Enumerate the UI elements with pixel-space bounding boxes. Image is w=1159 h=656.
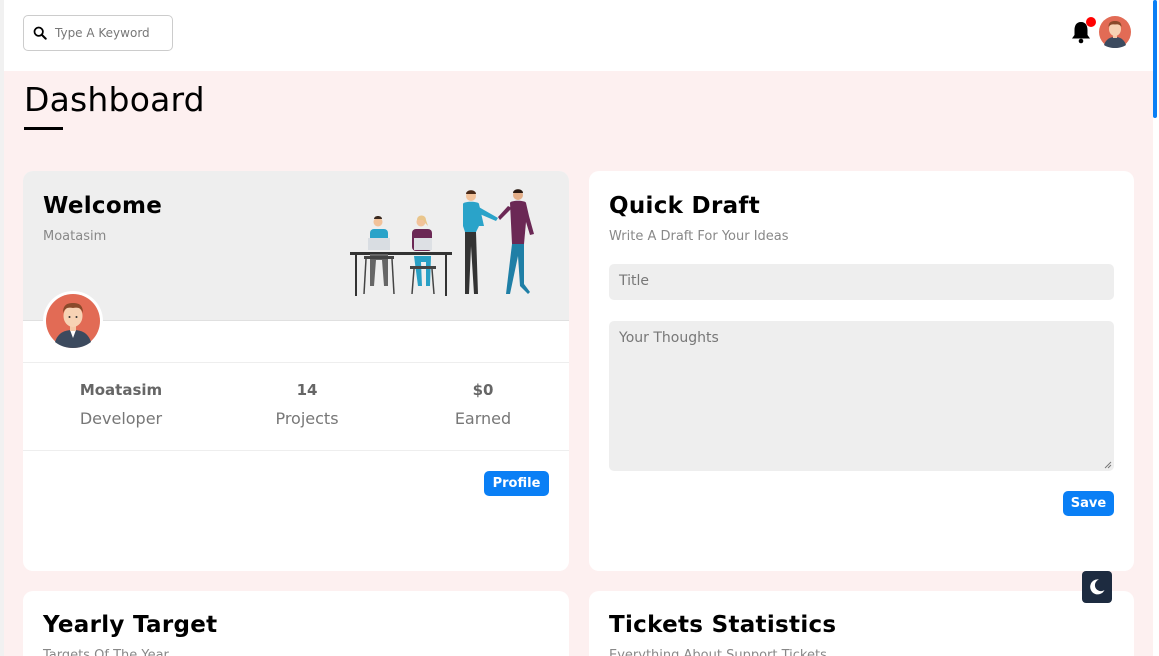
target-subtitle: Targets Of The Year xyxy=(43,648,169,656)
thoughts-textarea[interactable]: Your Thoughts xyxy=(609,321,1114,471)
theme-toggle-button[interactable] xyxy=(1082,571,1112,603)
tickets-subtitle: Everything About Support Tickets xyxy=(609,648,827,656)
resize-handle-icon[interactable] xyxy=(1104,461,1112,469)
quick-draft-card: Quick Draft Write A Draft For Your Ideas… xyxy=(589,171,1134,571)
save-button[interactable]: Save xyxy=(1063,491,1114,516)
draft-subtitle: Write A Draft For Your Ideas xyxy=(609,229,789,244)
stat-label: Developer xyxy=(79,409,163,428)
yearly-target-card: Yearly Target Targets Of The Year xyxy=(23,591,569,656)
welcome-header: Welcome Moatasim xyxy=(23,171,569,321)
stat-name: Moatasim Developer xyxy=(41,381,201,428)
welcome-card: Welcome Moatasim Moatasim Developer 14 P… xyxy=(23,171,569,571)
left-edge xyxy=(0,0,4,656)
stat-value: 14 xyxy=(296,381,318,399)
page-title: Dashboard xyxy=(24,80,205,119)
stat-value: $0 xyxy=(472,381,494,399)
scrollbar-thumb[interactable] xyxy=(1153,0,1157,118)
profile-button[interactable]: Profile xyxy=(484,471,549,496)
notification-dot xyxy=(1086,17,1096,27)
search-icon xyxy=(33,26,47,40)
stat-label: Projects xyxy=(275,409,339,428)
tickets-title: Tickets Statistics xyxy=(609,612,837,638)
team-illustration xyxy=(350,189,534,296)
stat-earned: $0 Earned xyxy=(403,381,563,428)
profile-avatar[interactable] xyxy=(43,291,103,351)
draft-title: Quick Draft xyxy=(609,193,761,219)
avatar[interactable] xyxy=(1099,16,1131,48)
welcome-subtitle: Moatasim xyxy=(43,229,107,244)
title-underline xyxy=(24,127,63,130)
moon-icon xyxy=(1090,579,1105,595)
tickets-statistics-card: Tickets Statistics Everything About Supp… xyxy=(589,591,1134,656)
search-placeholder: Type A Keyword xyxy=(55,26,150,40)
welcome-title: Welcome xyxy=(43,193,163,219)
search-input[interactable]: Type A Keyword xyxy=(23,15,173,51)
stat-projects: 14 Projects xyxy=(227,381,387,428)
stat-value: Moatasim xyxy=(79,381,163,399)
title-input[interactable]: Title xyxy=(609,264,1114,300)
stat-label: Earned xyxy=(454,409,512,428)
avatar-icon xyxy=(46,294,100,348)
target-title: Yearly Target xyxy=(43,612,218,638)
profile-stats: Moatasim Developer 14 Projects $0 Earned xyxy=(23,362,569,451)
thoughts-placeholder: Your Thoughts xyxy=(619,330,719,346)
top-header: Type A Keyword xyxy=(4,0,1153,71)
